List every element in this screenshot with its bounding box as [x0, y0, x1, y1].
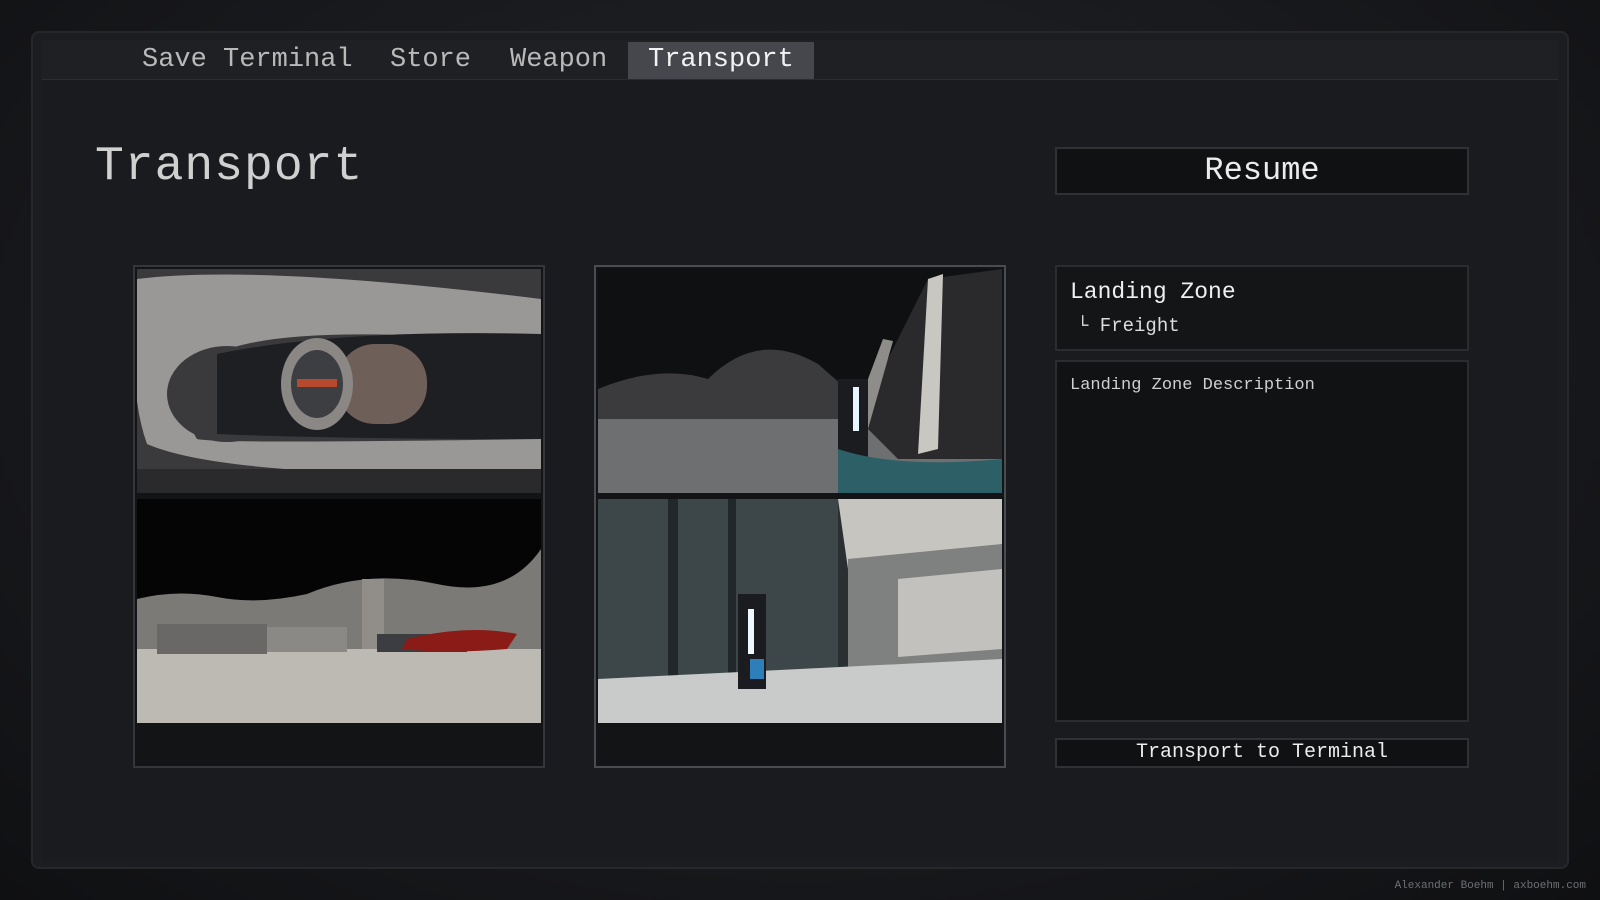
description-text: Landing Zone Description	[1070, 376, 1315, 395]
landing-zone-sub-item[interactable]: └ Freight	[1077, 315, 1180, 337]
destination-card-freight[interactable]	[594, 265, 1006, 768]
description-panel: Landing Zone Description	[1055, 360, 1469, 722]
destination-image-tube-tunnel	[137, 269, 541, 493]
landing-zone-panel: Landing Zone └ Freight	[1055, 265, 1469, 351]
destination-card-landing-zone[interactable]	[133, 265, 545, 768]
destination-image-moon-base	[137, 499, 541, 723]
destination-image-terminal-hangar	[598, 499, 1002, 723]
page-title: Transport	[95, 140, 364, 194]
tab-weapon[interactable]: Weapon	[490, 42, 627, 79]
destination-image-terminal-outdoor	[598, 269, 1002, 493]
tab-save-terminal[interactable]: Save Terminal	[122, 42, 373, 79]
tab-transport[interactable]: Transport	[628, 42, 814, 79]
resume-button[interactable]: Resume	[1055, 147, 1469, 195]
credit-text: Alexander Boehm | axboehm.com	[1394, 880, 1586, 892]
transport-to-terminal-button[interactable]: Transport to Terminal	[1055, 738, 1469, 768]
landing-zone-title: Landing Zone	[1070, 279, 1236, 305]
tab-store[interactable]: Store	[370, 42, 491, 79]
